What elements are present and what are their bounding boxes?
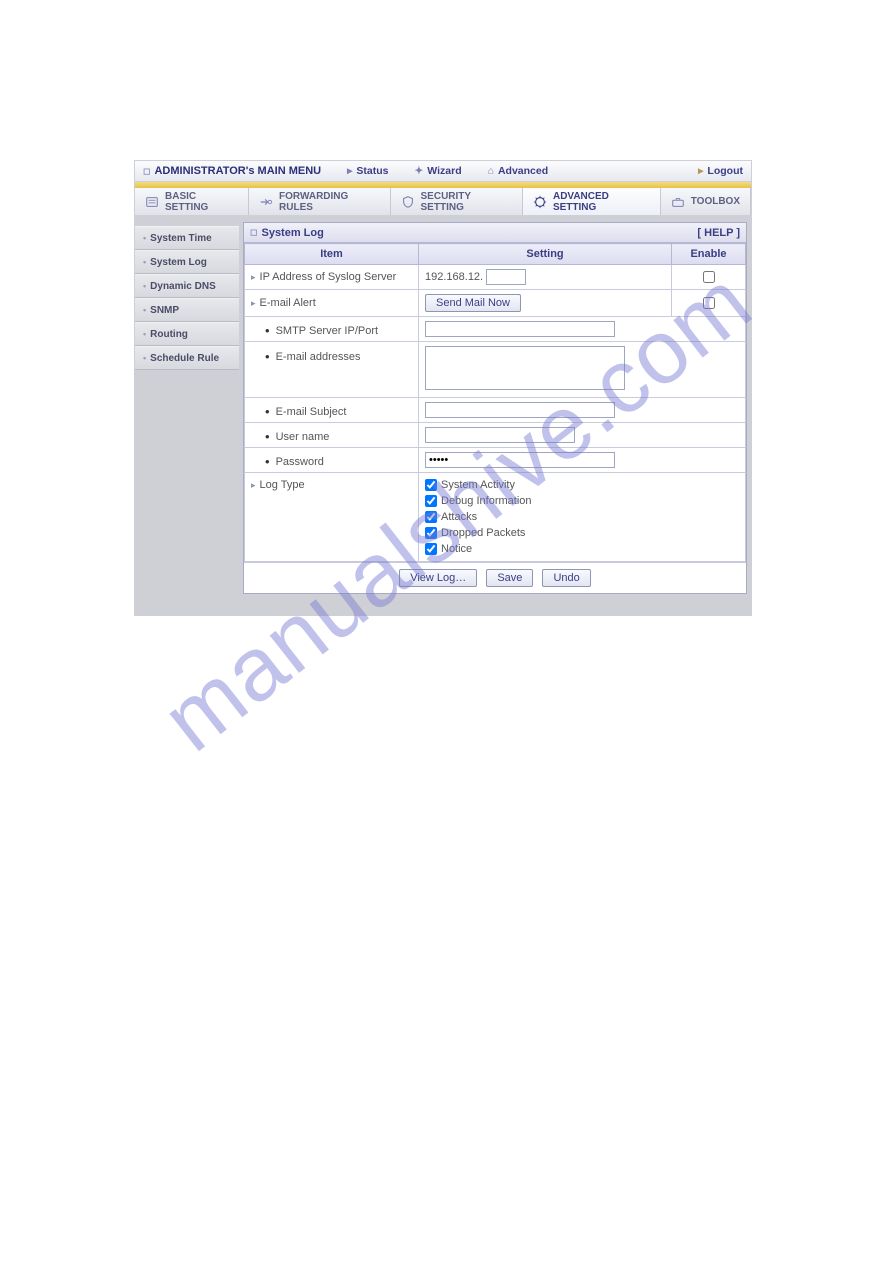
- sidebar-item-label: Schedule Rule: [150, 353, 219, 364]
- sidebar-item-label: SNMP: [150, 305, 179, 316]
- syslog-enable-checkbox[interactable]: [703, 271, 715, 283]
- row-log-type: ▸Log Type System Activity Debug Informat…: [245, 473, 746, 562]
- caret-icon: ▸: [347, 165, 352, 177]
- sidebar-item-system-time[interactable]: •System Time: [135, 226, 239, 250]
- email-alert-enable-checkbox[interactable]: [703, 297, 715, 309]
- log-opt-label: Attacks: [441, 509, 477, 525]
- basic-icon: [145, 195, 159, 209]
- tab-advanced-setting[interactable]: ADVANCED SETTING: [523, 188, 661, 215]
- menu-wizard[interactable]: ✦ Wizard: [414, 165, 461, 177]
- table-header-row: Item Setting Enable: [245, 244, 746, 265]
- undo-button[interactable]: Undo: [542, 569, 590, 587]
- forwarding-icon: [259, 195, 273, 209]
- log-type-label: Log Type: [260, 479, 305, 491]
- syslog-ip-prefix: 192.168.12.: [425, 271, 483, 283]
- log-opt-label: Debug Information: [441, 493, 532, 509]
- view-log-button[interactable]: View Log…: [399, 569, 477, 587]
- help-link[interactable]: [ HELP ]: [697, 227, 740, 239]
- sidebar-item-label: System Time: [150, 233, 212, 244]
- log-notice-checkbox[interactable]: [425, 543, 437, 555]
- save-button[interactable]: Save: [486, 569, 533, 587]
- smtp-input[interactable]: [425, 321, 615, 337]
- row-smtp-server: •SMTP Server IP/Port: [245, 317, 746, 342]
- log-debug-checkbox[interactable]: [425, 495, 437, 507]
- log-opt-label: System Activity: [441, 477, 515, 493]
- username-input[interactable]: [425, 427, 575, 443]
- button-bar: View Log… Save Undo: [244, 562, 746, 593]
- settings-table: Item Setting Enable ▸IP Address of Syslo…: [244, 243, 746, 562]
- email-addresses-input[interactable]: [425, 346, 625, 390]
- tab-advanced-label: ADVANCED SETTING: [553, 191, 650, 213]
- password-label: Password: [276, 456, 324, 468]
- panel-icon: ◻: [250, 227, 257, 238]
- content-area: •System Time •System Log •Dynamic DNS •S…: [134, 216, 752, 616]
- sidebar-item-label: System Log: [150, 257, 207, 268]
- sidebar-item-system-log[interactable]: •System Log: [135, 250, 239, 274]
- menu-advanced[interactable]: ⌂ Advanced: [488, 165, 549, 177]
- menu-icon: ◻: [143, 166, 150, 177]
- log-opt-label: Dropped Packets: [441, 525, 525, 541]
- tab-forwarding-rules[interactable]: FORWARDING RULES: [249, 188, 390, 215]
- logout-button[interactable]: ▸ Logout: [698, 165, 743, 177]
- wizard-icon: ✦: [414, 165, 423, 177]
- syslog-ip-input[interactable]: [486, 269, 526, 285]
- col-setting: Setting: [419, 244, 672, 265]
- tabbar: BASIC SETTING FORWARDING RULES SECURITY …: [134, 188, 752, 216]
- tab-security-setting[interactable]: SECURITY SETTING: [391, 188, 523, 215]
- advanced-tab-icon: [533, 195, 547, 209]
- email-subject-label: E-mail Subject: [276, 406, 347, 418]
- smtp-label: SMTP Server IP/Port: [276, 325, 379, 337]
- main-column: ◻ System Log [ HELP ] Item Setting Enabl…: [239, 216, 751, 615]
- topbar: ◻ ADMINISTRATOR's MAIN MENU ▸ Status ✦ W…: [134, 160, 752, 182]
- app-frame: ◻ ADMINISTRATOR's MAIN MENU ▸ Status ✦ W…: [134, 160, 752, 616]
- syslog-label: IP Address of Syslog Server: [260, 271, 397, 283]
- tab-basic-label: BASIC SETTING: [165, 191, 238, 213]
- col-enable: Enable: [672, 244, 746, 265]
- send-mail-button[interactable]: Send Mail Now: [425, 294, 521, 312]
- row-email-addresses: •E-mail addresses: [245, 342, 746, 398]
- toolbox-icon: [671, 195, 685, 209]
- log-system-activity-checkbox[interactable]: [425, 479, 437, 491]
- sidebar: •System Time •System Log •Dynamic DNS •S…: [135, 216, 239, 615]
- row-email-alert: ▸E-mail Alert Send Mail Now: [245, 290, 746, 317]
- security-icon: [401, 195, 415, 209]
- logout-icon: ▸: [698, 165, 703, 177]
- menu-advanced-label: Advanced: [498, 165, 548, 177]
- sidebar-item-snmp[interactable]: •SNMP: [135, 298, 239, 322]
- tab-toolbox-label: TOOLBOX: [691, 196, 740, 207]
- panel-title: System Log: [261, 227, 323, 239]
- menu-wizard-label: Wizard: [427, 165, 461, 177]
- col-item: Item: [245, 244, 419, 265]
- advanced-icon: ⌂: [488, 165, 494, 177]
- logout-label: Logout: [707, 165, 743, 177]
- row-password: •Password: [245, 448, 746, 473]
- sidebar-item-label: Routing: [150, 329, 188, 340]
- email-addresses-label: E-mail addresses: [276, 351, 361, 363]
- panel-header: ◻ System Log [ HELP ]: [244, 223, 746, 243]
- tab-basic-setting[interactable]: BASIC SETTING: [135, 188, 249, 215]
- sidebar-item-schedule-rule[interactable]: •Schedule Rule: [135, 346, 239, 370]
- email-subject-input[interactable]: [425, 402, 615, 418]
- menu-status[interactable]: ▸ Status: [347, 165, 388, 177]
- system-log-panel: ◻ System Log [ HELP ] Item Setting Enabl…: [243, 222, 747, 594]
- tab-toolbox[interactable]: TOOLBOX: [661, 188, 751, 215]
- row-email-subject: •E-mail Subject: [245, 398, 746, 423]
- password-input[interactable]: [425, 452, 615, 468]
- row-syslog-server: ▸IP Address of Syslog Server 192.168.12.: [245, 265, 746, 290]
- menu-status-label: Status: [356, 165, 388, 177]
- tab-security-label: SECURITY SETTING: [421, 191, 512, 213]
- log-dropped-packets-checkbox[interactable]: [425, 527, 437, 539]
- sidebar-item-label: Dynamic DNS: [150, 281, 216, 292]
- sidebar-item-dynamic-dns[interactable]: •Dynamic DNS: [135, 274, 239, 298]
- log-attacks-checkbox[interactable]: [425, 511, 437, 523]
- sidebar-item-routing[interactable]: •Routing: [135, 322, 239, 346]
- main-menu-title: ADMINISTRATOR's MAIN MENU: [154, 165, 321, 177]
- log-opt-label: Notice: [441, 541, 472, 557]
- tab-forwarding-label: FORWARDING RULES: [279, 191, 379, 213]
- row-username: •User name: [245, 423, 746, 448]
- username-label: User name: [276, 431, 330, 443]
- email-alert-label: E-mail Alert: [260, 297, 316, 309]
